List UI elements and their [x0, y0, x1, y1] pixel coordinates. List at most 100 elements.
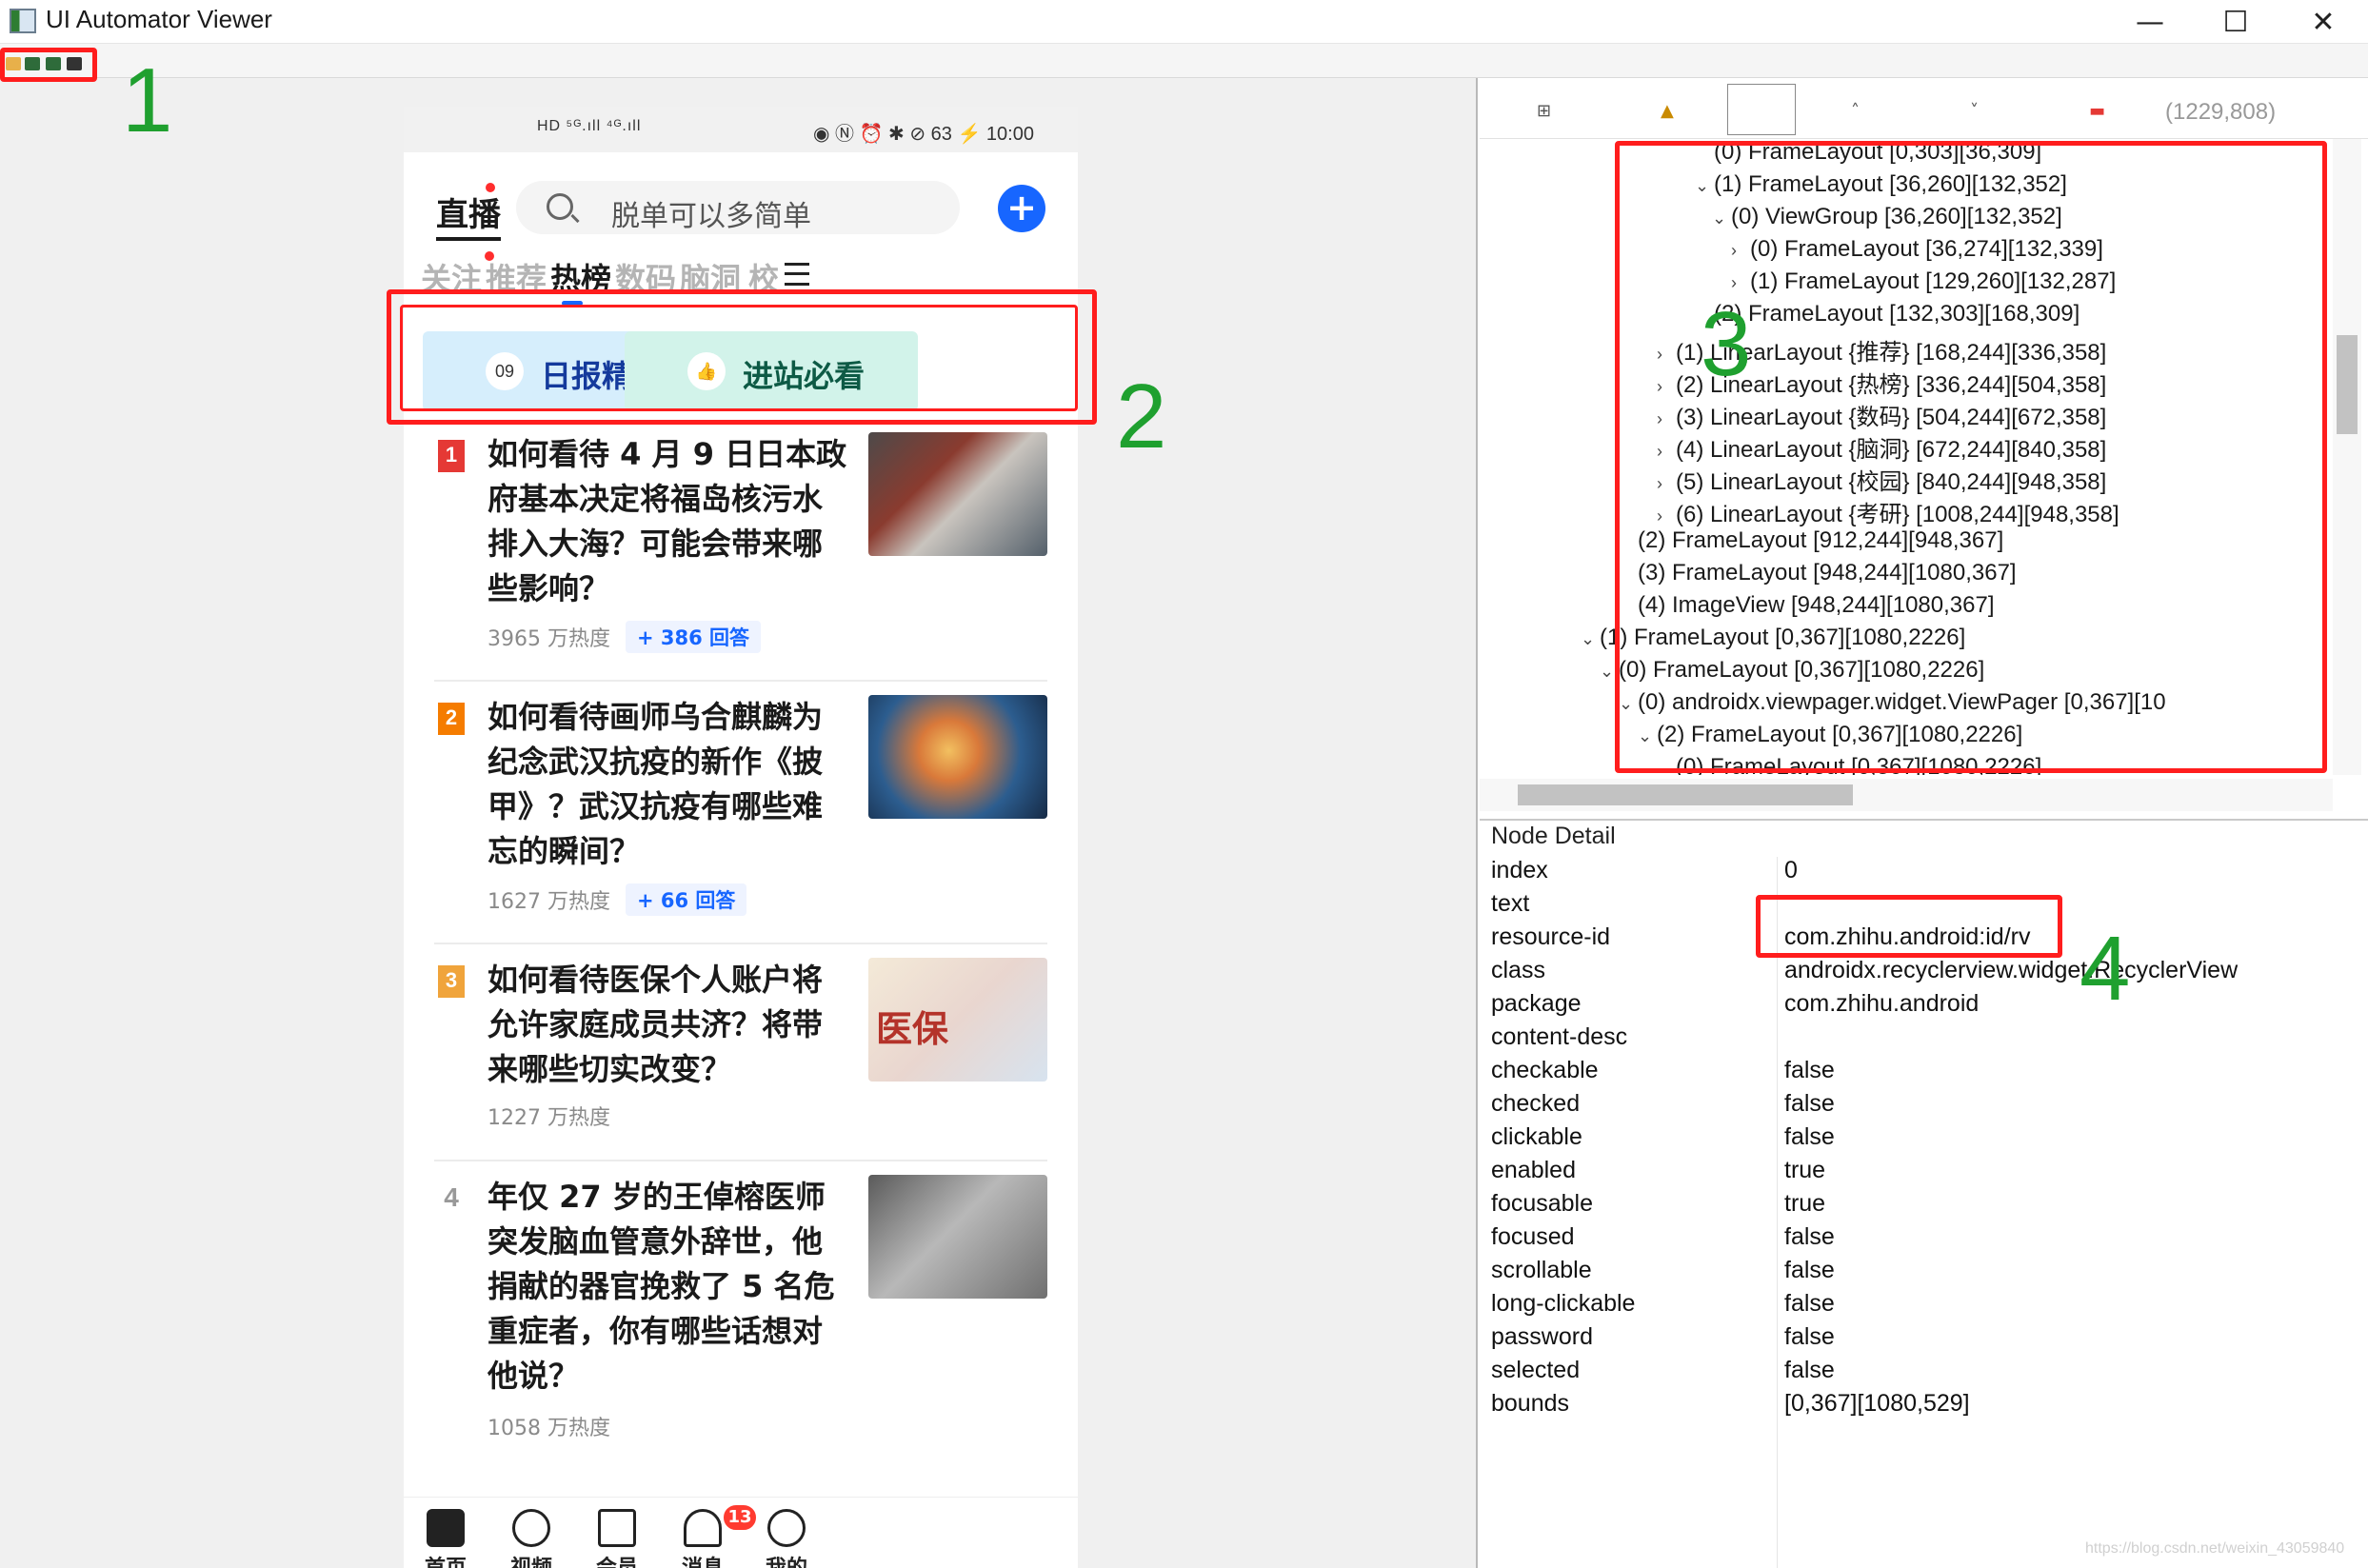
answers-badge[interactable]: + 66 回答: [625, 883, 747, 916]
tree-node[interactable]: › (6) LinearLayout {考研} [1008,244][948,35…: [1657, 495, 2119, 527]
nav-video[interactable]: 视频: [484, 1503, 579, 1568]
tree-node[interactable]: ⌄ (1) FrameLayout [0,367][1080,2226]: [1581, 625, 1965, 657]
detail-row[interactable]: package com.zhihu.android: [1480, 988, 2368, 1022]
chevron-down-icon: ⌄: [1695, 176, 1710, 195]
tree-toolbar: ⊞ ▲ ˄ ˅ ▬ (1229,808): [1480, 78, 2368, 139]
tab-campus[interactable]: 校: [748, 255, 779, 299]
hot-list-item[interactable]: 3 如何看待医保个人账户将允许家庭成员共济？将带来哪些切实改变？ 1227 万热…: [404, 958, 1078, 1148]
warning-icon[interactable]: ▲: [1661, 101, 1674, 121]
heat-count: 1058 万热度: [488, 1417, 610, 1440]
nav-video-label: 视频: [484, 1551, 579, 1568]
tree-node[interactable]: › (1) FrameLayout [129,260][132,287]: [1731, 268, 2116, 301]
tree-node[interactable]: ⌄ (0) FrameLayout [0,367][1080,2226]: [1600, 657, 1984, 689]
device-screen[interactable]: HD ⁵ᴳ.ıll ⁴ᴳ.ıll ◉ Ⓝ ⏰ ✱ ⊘ 63 ⚡ 10:00 直播…: [404, 107, 1078, 1568]
tree-horizontal-scrollbar[interactable]: [1480, 779, 2333, 811]
hot-list-item[interactable]: 1 如何看待 4 月 9 日日本政府基本决定将福岛核污水排入大海？可能会带来哪些…: [404, 432, 1078, 670]
rank-badge: 3: [438, 965, 465, 998]
search-placeholder: 脱单可以多简单: [611, 200, 811, 233]
tree-node[interactable]: (2) FrameLayout [912,244][948,367]: [1619, 527, 2003, 560]
detail-row[interactable]: enabled true: [1480, 1155, 2368, 1188]
detail-row[interactable]: long-clickable false: [1480, 1288, 2368, 1321]
tree-node[interactable]: › (4) LinearLayout {脑洞} [672,244][840,358…: [1657, 430, 2106, 463]
detail-row[interactable]: checkable false: [1480, 1055, 2368, 1088]
filter-box[interactable]: [1727, 84, 1796, 135]
tree-node[interactable]: (4) ImageView [948,244][1080,367]: [1619, 592, 1994, 625]
hierarchy-tree[interactable]: (0) FrameLayout [0,303][36,309] ⌄ (1) Fra…: [1489, 139, 2327, 775]
crown-icon: [598, 1509, 636, 1547]
tree-node[interactable]: ⌄ (0) androidx.viewpager.widget.ViewPager…: [1619, 689, 2166, 722]
nav-messages[interactable]: 消息 13: [655, 1503, 758, 1568]
bell-icon: [684, 1509, 722, 1547]
chevron-down-icon: ⌄: [1712, 208, 1727, 228]
hot-list-item[interactable]: 2 如何看待画师乌合麒麟为纪念武汉抗疫的新作《披甲》？武汉抗疫有哪些难忘的瞬间？…: [404, 695, 1078, 933]
question-title: 年仅 27 岁的王倬榕医师突发脑血管意外辞世，他捐献的器官挽救了 5 名危重症者…: [488, 1179, 835, 1394]
expand-all-icon[interactable]: ⊞: [1537, 101, 1551, 121]
tab-follow[interactable]: 关注: [421, 255, 482, 299]
tabs-menu-icon[interactable]: [785, 263, 809, 286]
nav-membership[interactable]: 会员: [569, 1503, 665, 1568]
screenshot-panel[interactable]: HD ⁵ᴳ.ıll ⁴ᴳ.ıll ◉ Ⓝ ⏰ ✱ ⊘ 63 ⚡ 10:00 直播…: [0, 78, 1478, 1568]
tree-node[interactable]: (0) FrameLayout [0,303][36,309]: [1695, 139, 2041, 171]
horizontal-scroll-thumb[interactable]: [1518, 784, 1853, 805]
detail-row[interactable]: clickable false: [1480, 1121, 2368, 1155]
maximize-button[interactable]: ☐: [2195, 0, 2277, 44]
profile-icon: [767, 1509, 806, 1547]
tab-hot-list[interactable]: 热榜: [550, 255, 611, 299]
chevron-right-icon: ›: [1657, 345, 1662, 364]
detail-row[interactable]: content-desc: [1480, 1022, 2368, 1055]
vertical-scroll-thumb[interactable]: [2337, 335, 2358, 434]
node-detail-panel: Node Detail index 0 text resource-id com.z…: [1480, 823, 2368, 1568]
close-button[interactable]: ✕: [2282, 0, 2364, 44]
tree-node[interactable]: › (3) LinearLayout {数码} [504,244][672,358…: [1657, 398, 2106, 430]
divider: [434, 680, 1047, 682]
next-node-icon[interactable]: ˅: [1970, 101, 1979, 121]
previous-node-icon[interactable]: ˄: [1851, 101, 1860, 121]
tree-node[interactable]: › (5) LinearLayout {校园} [840,244][948,358…: [1657, 463, 2106, 495]
tree-node[interactable]: (2) FrameLayout [132,303][168,309]: [1695, 301, 2079, 333]
search-bar[interactable]: 脱单可以多简单: [516, 181, 960, 234]
tab-brain-hole[interactable]: 脑洞: [680, 255, 741, 299]
app-header: 直播 脱单可以多简单 +: [404, 152, 1078, 241]
nav-profile[interactable]: 我的: [739, 1503, 834, 1568]
device-screenshot-icon[interactable]: [25, 57, 40, 70]
detail-row[interactable]: text: [1480, 888, 2368, 922]
tree-node[interactable]: ⌄ (0) ViewGroup [36,260][132,352]: [1712, 204, 2062, 236]
nav-home[interactable]: 首页: [404, 1503, 493, 1568]
answers-badge[interactable]: + 386 回答: [625, 621, 762, 653]
tree-node[interactable]: (0) FrameLayout [0,367][1080,2226]: [1657, 754, 2041, 775]
tree-vertical-scrollbar[interactable]: [2333, 139, 2361, 775]
chevron-down-icon: ⌄: [1600, 662, 1615, 681]
tree-node[interactable]: (3) FrameLayout [948,244][1080,367]: [1619, 560, 2017, 592]
thumbnail-text: 医保: [876, 1008, 949, 1050]
detail-row[interactable]: checked false: [1480, 1088, 2368, 1121]
detail-row[interactable]: resource-id com.zhihu.android:id/rv: [1480, 922, 2368, 955]
detail-row[interactable]: bounds [0,367][1080,529]: [1480, 1388, 2368, 1421]
detail-row[interactable]: selected false: [1480, 1355, 2368, 1388]
detail-row[interactable]: scrollable false: [1480, 1255, 2368, 1288]
compressed-screenshot-icon[interactable]: [46, 57, 61, 70]
save-icon[interactable]: [67, 57, 82, 70]
chevron-down-icon: ⌄: [1638, 726, 1653, 745]
chevron-right-icon: ›: [1657, 474, 1662, 493]
play-icon: [512, 1509, 550, 1547]
detail-row[interactable]: password false: [1480, 1321, 2368, 1355]
detail-row[interactable]: index 0: [1480, 855, 2368, 888]
live-logo[interactable]: 直播: [436, 189, 501, 241]
hot-list-item[interactable]: 4 年仅 27 岁的王倬榕医师突发脑血管意外辞世，他捐献的器官挽救了 5 名危重…: [404, 1175, 1078, 1460]
tab-digital[interactable]: 数码: [615, 255, 676, 299]
category-tabs: 关注 推荐 热榜 数码 脑洞 校: [404, 249, 1078, 307]
must-see-card[interactable]: 👍 进站必看: [625, 331, 918, 411]
tree-node[interactable]: › (0) FrameLayout [36,274][132,339]: [1731, 236, 2103, 268]
open-folder-icon[interactable]: [6, 57, 21, 70]
detail-row[interactable]: class androidx.recyclerview.widget.Recycl…: [1480, 955, 2368, 988]
tab-recommend[interactable]: 推荐: [486, 255, 547, 299]
minimize-button[interactable]: —: [2109, 0, 2191, 44]
create-plus-button[interactable]: +: [998, 185, 1045, 232]
hierarchy-panel: ⊞ ▲ ˄ ˅ ▬ (1229,808) (0) FrameLayout [0,…: [1480, 78, 2368, 821]
main-toolbar: [0, 44, 2368, 78]
tree-node[interactable]: ⌄ (1) FrameLayout [36,260][132,352]: [1695, 171, 2067, 204]
toggle-nav-icon[interactable]: ▬: [2089, 101, 2105, 121]
tree-node[interactable]: ⌄ (2) FrameLayout [0,367][1080,2226]: [1638, 722, 2022, 754]
detail-row[interactable]: focusable true: [1480, 1188, 2368, 1221]
detail-row[interactable]: focused false: [1480, 1221, 2368, 1255]
